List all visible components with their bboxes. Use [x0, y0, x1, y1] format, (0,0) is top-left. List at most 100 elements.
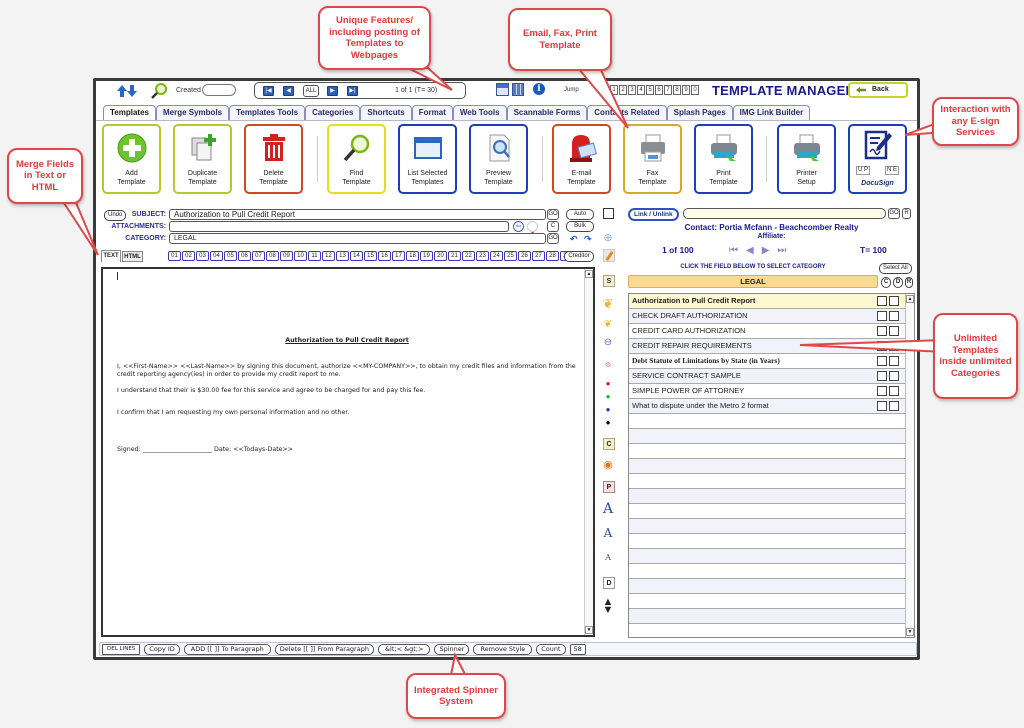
- template-list-item[interactable]: CREDIT REPAIR REQUIREMENTS: [629, 339, 905, 354]
- small-font-icon[interactable]: A: [601, 553, 615, 562]
- jump-button[interactable]: 6: [655, 85, 663, 95]
- tab-shortcuts[interactable]: Shortcuts: [360, 105, 412, 120]
- add-template-button[interactable]: Add Template: [102, 124, 161, 194]
- list-scrollbar[interactable]: ▲ ▼: [905, 294, 914, 637]
- merge-field-button[interactable]: 12: [322, 251, 335, 261]
- printer-setup-button[interactable]: Printer Setup: [777, 124, 836, 194]
- merge-field-button[interactable]: 10: [294, 251, 307, 261]
- contact-search-input[interactable]: [683, 208, 886, 219]
- sort-arrows-icon[interactable]: ▲ ▼: [601, 597, 615, 616]
- green-color-icon[interactable]: ●: [601, 392, 615, 401]
- contact-reset-button[interactable]: R: [902, 208, 911, 219]
- tab-contacts-related[interactable]: Contacts Related: [587, 105, 667, 120]
- template-checkbox-d[interactable]: [889, 341, 899, 351]
- template-checkbox-d[interactable]: [889, 311, 899, 321]
- chrome-icon[interactable]: ◉: [601, 458, 615, 471]
- jump-button[interactable]: 3: [628, 85, 636, 95]
- large-chain-icon[interactable]: ❦: [601, 296, 615, 312]
- fax-template-button[interactable]: Fax Template: [623, 124, 682, 194]
- red-color-icon[interactable]: ●: [601, 379, 615, 388]
- editor-scrollbar[interactable]: ▲ ▼: [584, 269, 593, 635]
- contact-go-button[interactable]: GO: [888, 208, 900, 219]
- record-dot-icon[interactable]: ⊙: [601, 361, 615, 369]
- calculator-icon[interactable]: [512, 83, 524, 96]
- delete-brackets-button[interactable]: Delete [[ ]] From Paragraph: [274, 643, 374, 655]
- template-checkbox-c[interactable]: [877, 341, 887, 351]
- clear-attachments-button[interactable]: C: [547, 221, 559, 232]
- template-checkbox-d[interactable]: [889, 326, 899, 336]
- list-selected-templates-button[interactable]: List Selected Templates: [398, 124, 457, 194]
- template-checkbox-d[interactable]: [889, 401, 899, 411]
- undo-icon[interactable]: ↶: [570, 234, 578, 245]
- template-checkbox-d[interactable]: [889, 356, 899, 366]
- merge-field-button[interactable]: 25: [504, 251, 517, 261]
- find-template-button[interactable]: Find Template: [327, 124, 386, 194]
- p-tool-button[interactable]: P: [603, 481, 615, 493]
- template-checkbox-d[interactable]: [889, 371, 899, 381]
- tab-format[interactable]: Format: [411, 105, 453, 120]
- jump-button[interactable]: 8: [673, 85, 681, 95]
- category-c-button[interactable]: C: [881, 277, 891, 288]
- created-date-input[interactable]: [202, 84, 236, 96]
- subject-input[interactable]: Authorization to Pull Credit Report: [169, 209, 546, 220]
- redo-icon[interactable]: ↷: [584, 234, 592, 245]
- docusign-new-button[interactable]: N E: [884, 166, 899, 175]
- search-icon[interactable]: [150, 82, 168, 100]
- attachments-input[interactable]: [169, 221, 509, 232]
- merge-field-button[interactable]: 16: [378, 251, 391, 261]
- merge-field-button[interactable]: 28: [546, 251, 559, 261]
- list-scroll-up-icon[interactable]: ▲: [906, 295, 914, 303]
- template-list-item[interactable]: SIMPLE POWER OF ATTORNEY: [629, 384, 905, 399]
- merge-field-button[interactable]: 09: [280, 251, 293, 261]
- template-checkbox-c[interactable]: [877, 326, 887, 336]
- merge-field-button[interactable]: 23: [476, 251, 489, 261]
- template-checkbox-c[interactable]: [877, 401, 887, 411]
- merge-field-button[interactable]: 11: [308, 251, 321, 261]
- merge-field-button[interactable]: 24: [490, 251, 503, 261]
- merge-field-button[interactable]: 01: [168, 251, 181, 261]
- tab-web-tools[interactable]: Web Tools: [452, 105, 507, 120]
- merge-field-button[interactable]: 03: [196, 251, 209, 261]
- prev-contact-button[interactable]: ◀: [746, 246, 754, 256]
- template-checkbox-d[interactable]: [889, 296, 899, 306]
- list-scroll-down-icon[interactable]: ▼: [906, 628, 914, 636]
- scroll-up-arrow-icon[interactable]: ▲: [585, 270, 593, 278]
- merge-field-button[interactable]: 19: [420, 251, 433, 261]
- delete-template-button[interactable]: Delete Template: [244, 124, 303, 194]
- escape-brackets-button[interactable]: &lt;< &gt;>: [377, 643, 431, 655]
- calendar-icon[interactable]: [496, 83, 509, 96]
- scroll-down-arrow-icon[interactable]: ▼: [585, 626, 593, 634]
- merge-field-button[interactable]: 14: [350, 251, 363, 261]
- category-r-button[interactable]: R: [905, 277, 913, 288]
- first-contact-button[interactable]: ⏮: [729, 246, 738, 256]
- merge-field-button[interactable]: 17: [392, 251, 405, 261]
- spinner-button[interactable]: Spinner: [434, 643, 470, 655]
- category-d-button[interactable]: D: [893, 277, 903, 288]
- add-brackets-button[interactable]: ADD [[ ]] To Paragraph: [183, 643, 271, 655]
- merge-field-button[interactable]: 02: [182, 251, 195, 261]
- jump-button[interactable]: 2: [619, 85, 627, 95]
- text-tab[interactable]: TEXT: [101, 250, 121, 262]
- jump-button[interactable]: 1: [610, 85, 618, 95]
- jump-button[interactable]: 7: [664, 85, 672, 95]
- remove-style-button[interactable]: Remove Style: [473, 643, 533, 655]
- email-template-button[interactable]: E-mail Template: [552, 124, 611, 194]
- selected-category-header[interactable]: LEGAL: [628, 275, 878, 288]
- preview-template-button[interactable]: Preview Template: [469, 124, 528, 194]
- merge-field-button[interactable]: 06: [238, 251, 251, 261]
- up-down-arrows-icon[interactable]: [116, 84, 138, 98]
- template-checkbox-c[interactable]: [877, 371, 887, 381]
- c-tool-button[interactable]: C: [603, 438, 615, 450]
- select-all-button[interactable]: Select All: [879, 263, 912, 274]
- increase-font-icon[interactable]: A: [601, 501, 615, 517]
- link-unlink-button[interactable]: Link / Unlink: [628, 208, 679, 221]
- black-color-icon[interactable]: ●: [601, 418, 615, 427]
- s-tool-button[interactable]: S: [603, 275, 615, 287]
- attach-file-icon[interactable]: ⇦: [513, 221, 524, 232]
- template-list-item[interactable]: SERVICE CONTRACT SAMPLE: [629, 369, 905, 384]
- small-chain-icon[interactable]: ❦: [601, 319, 615, 330]
- zoom-icon[interactable]: ⊕: [601, 231, 615, 244]
- blue-color-icon[interactable]: ●: [601, 405, 615, 414]
- creditor-button[interactable]: Creditor: [564, 251, 594, 262]
- template-checkbox-c[interactable]: [877, 296, 887, 306]
